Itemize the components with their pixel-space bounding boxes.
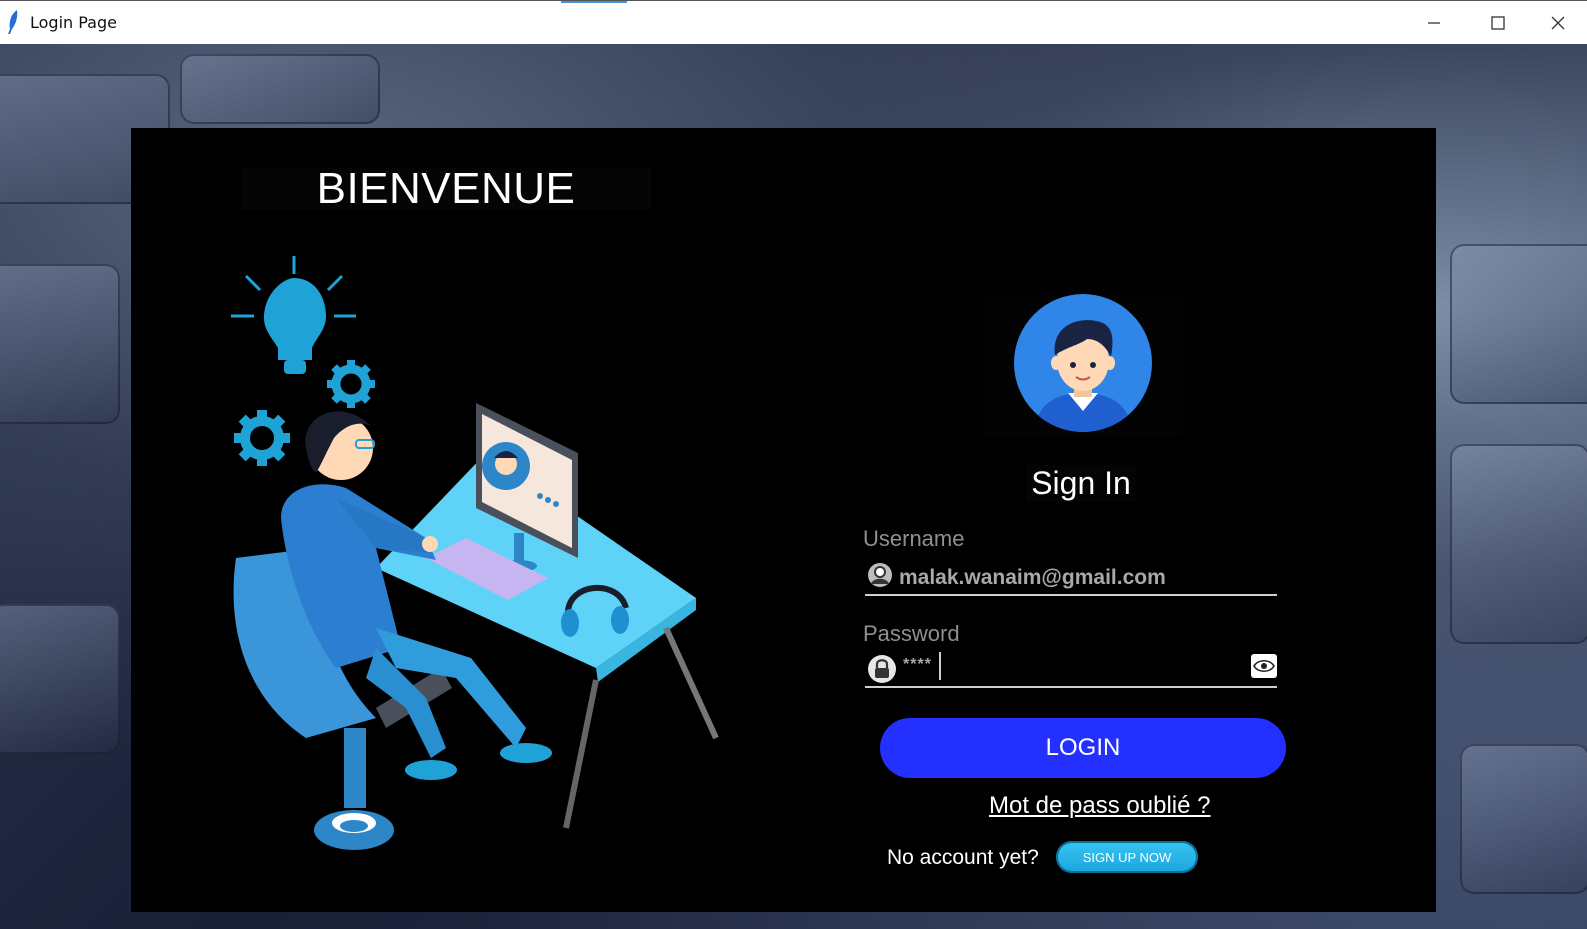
- close-icon: [1551, 16, 1565, 30]
- username-field[interactable]: malak.wanaim@gmail.com: [865, 558, 1277, 596]
- lock-icon: [868, 655, 896, 683]
- bg-key: [1450, 244, 1587, 404]
- bg-key: [180, 54, 380, 124]
- password-field[interactable]: ****: [865, 650, 1277, 688]
- password-value: ****: [903, 656, 932, 673]
- feather-icon: [8, 10, 18, 34]
- username-label: Username: [863, 526, 965, 551]
- forgot-password-link[interactable]: Mot de pass oublié ?: [989, 792, 1210, 820]
- gear-icon: [234, 410, 290, 466]
- login-panel: BIENVENUE Sign In Username malak.wanaim@…: [131, 128, 1436, 912]
- user-icon: [868, 563, 892, 587]
- password-label: Password: [863, 621, 960, 646]
- text-caret: [939, 652, 941, 680]
- eye-icon: [1253, 659, 1275, 673]
- signup-button[interactable]: SIGN UP NOW: [1056, 841, 1198, 873]
- username-value: malak.wanaim@gmail.com: [899, 566, 1166, 589]
- welcome-heading: BIENVENUE: [241, 167, 651, 211]
- bg-key: [0, 604, 120, 754]
- bg-key: [1460, 744, 1587, 894]
- show-password-button[interactable]: [1251, 654, 1277, 678]
- signin-title: Sign In: [1026, 465, 1136, 502]
- lightbulb-icon: [231, 256, 356, 374]
- user-avatar-icon: [1014, 294, 1152, 432]
- titlebar-accent: [561, 1, 627, 3]
- bg-key: [0, 264, 120, 424]
- workspace-illustration: [231, 256, 719, 850]
- window-titlebar: Login Page: [0, 0, 1587, 44]
- gear-icon: [327, 360, 375, 408]
- login-button[interactable]: LOGIN: [880, 718, 1286, 778]
- close-button[interactable]: [1538, 7, 1578, 39]
- maximize-icon: [1491, 16, 1505, 30]
- minimize-button[interactable]: [1414, 7, 1454, 39]
- bg-key: [1450, 444, 1587, 644]
- maximize-button[interactable]: [1478, 7, 1518, 39]
- minimize-icon: [1428, 22, 1440, 24]
- no-account-text: No account yet?: [887, 846, 1039, 869]
- window-title: Login Page: [30, 13, 117, 32]
